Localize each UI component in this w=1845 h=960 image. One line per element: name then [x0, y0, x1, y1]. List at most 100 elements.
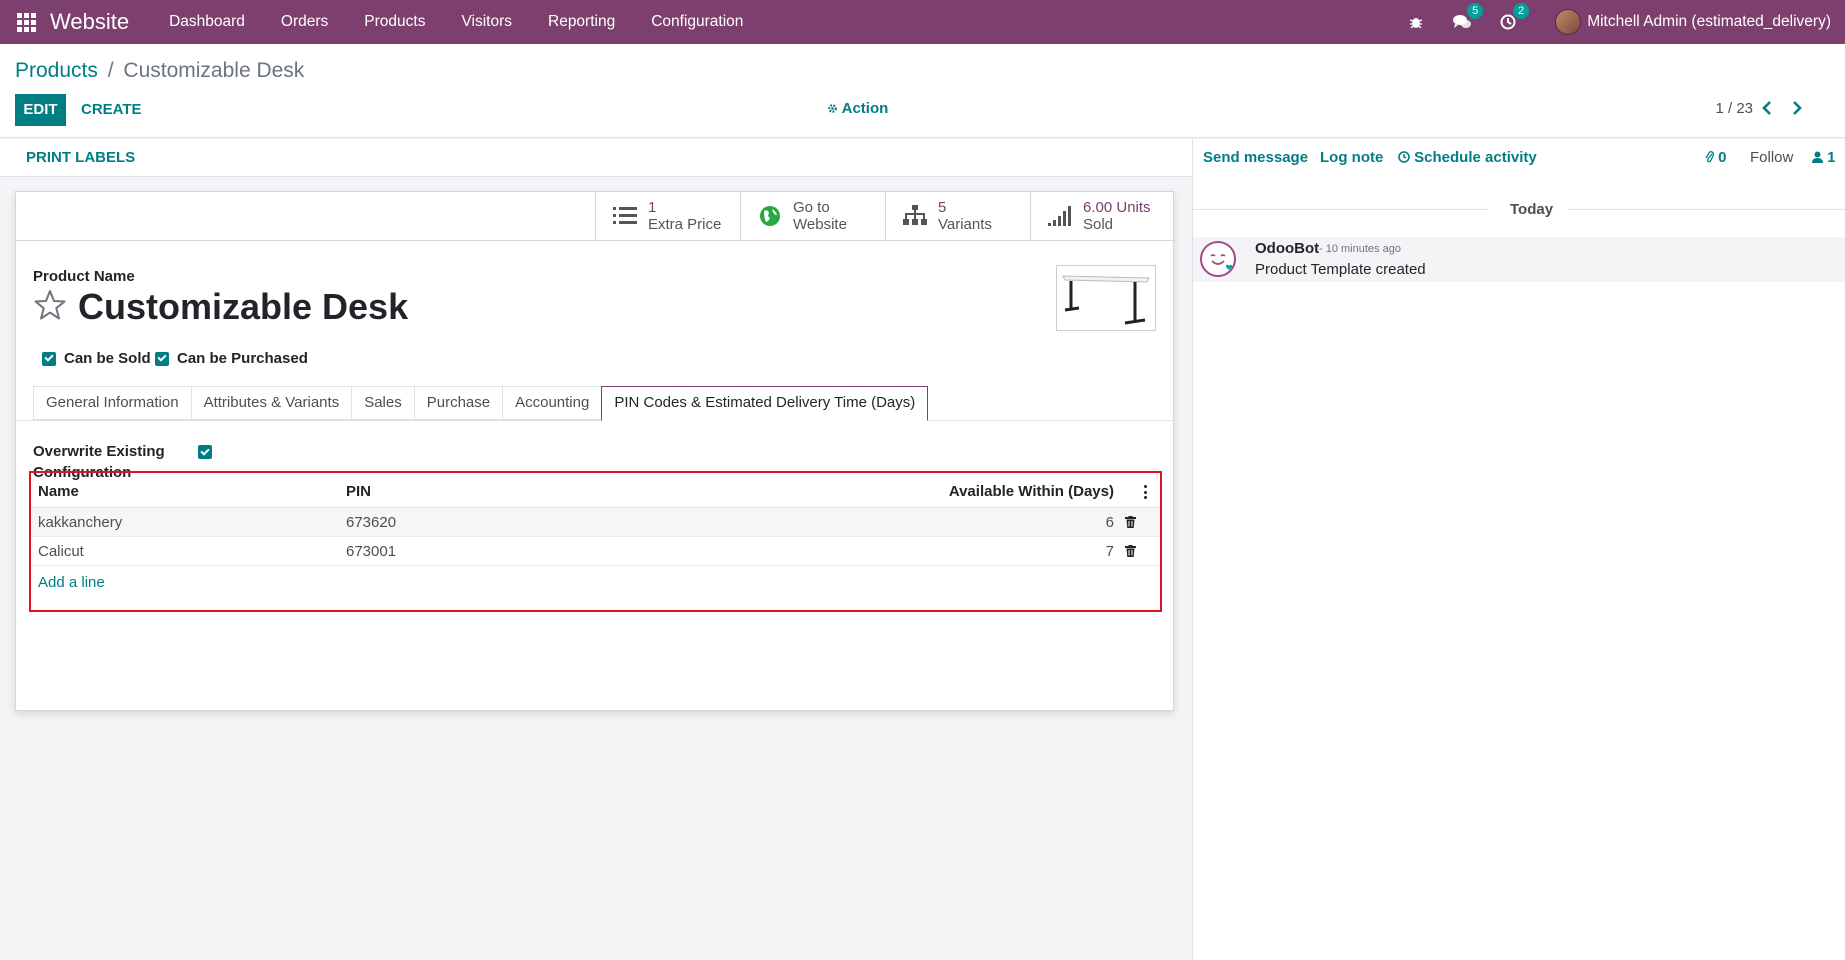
menu-item-orders[interactable]: Orders	[263, 13, 346, 31]
globe-icon	[755, 205, 785, 227]
user-menu[interactable]: Mitchell Admin (estimated_delivery)	[1587, 13, 1831, 31]
optional-columns-icon[interactable]	[1144, 485, 1148, 499]
can-be-purchased-label: Can be Purchased	[177, 350, 308, 367]
breadcrumb-products[interactable]: Products	[15, 59, 98, 82]
can-be-purchased-field[interactable]: Can be Purchased	[155, 350, 308, 367]
send-message-button[interactable]: Send message	[1203, 149, 1308, 166]
activities-icon[interactable]: 2	[1497, 3, 1530, 33]
variants-label: Variants	[938, 216, 992, 233]
bug-icon[interactable]	[1405, 11, 1427, 33]
extra-price-button[interactable]: 1 Extra Price	[595, 192, 740, 240]
date-separator-label: Today	[1500, 201, 1564, 218]
tab-general-information[interactable]: General Information	[33, 386, 191, 420]
follow-button[interactable]: Follow	[1750, 149, 1793, 166]
extra-price-label: Extra Price	[648, 216, 722, 233]
apps-menu-icon[interactable]	[14, 10, 38, 34]
chevron-right-icon	[1793, 101, 1802, 115]
breadcrumb-separator: /	[107, 59, 114, 82]
user-avatar[interactable]	[1555, 9, 1582, 35]
followers-count: 1	[1827, 149, 1836, 166]
tab-purchase[interactable]: Purchase	[413, 386, 503, 420]
attachments-button[interactable]: 0	[1705, 149, 1727, 166]
menu-item-visitors[interactable]: Visitors	[443, 13, 530, 31]
tab-attributes-variants[interactable]: Attributes & Variants	[190, 386, 352, 420]
followers-button[interactable]: 1	[1812, 149, 1836, 166]
print-labels-button[interactable]: PRINT LABELS	[26, 149, 135, 166]
trash-icon[interactable]	[1125, 545, 1136, 557]
schedule-activity-button[interactable]: Schedule activity	[1398, 149, 1537, 166]
app-brand[interactable]: Website	[50, 9, 129, 35]
favorite-star-icon[interactable]	[33, 288, 67, 322]
row-days[interactable]: 6	[1106, 514, 1114, 531]
main-menu: Dashboard Orders Products Visitors Repor…	[151, 13, 761, 31]
message-time: - 10 minutes ago	[1319, 243, 1401, 255]
can-be-sold-field[interactable]: Can be Sold	[42, 350, 151, 367]
tab-sales[interactable]: Sales	[351, 386, 414, 420]
row-pin[interactable]: 673620	[346, 514, 396, 531]
row-pin[interactable]: 673001	[346, 543, 396, 560]
row-name[interactable]: kakkanchery	[38, 514, 122, 531]
units-sold-label: Sold	[1083, 216, 1114, 233]
product-name-label: Product Name	[33, 268, 135, 285]
action-dropdown[interactable]: Action	[827, 100, 888, 117]
column-header-pin[interactable]: PIN	[346, 483, 371, 500]
messages-badge: 5	[1467, 3, 1484, 19]
menu-item-products[interactable]: Products	[346, 13, 443, 31]
form-statusbar: PRINT LABELS	[0, 139, 1192, 177]
message-author[interactable]: OdooBot	[1255, 240, 1319, 257]
smart-button-box: 1 Extra Price Go to Website 5 Variants 6…	[16, 192, 1175, 241]
units-sold-button[interactable]: 6.00 Units Sold	[1030, 192, 1175, 240]
breadcrumb-current: Customizable Desk	[123, 59, 305, 82]
go-to-label: Go to	[793, 199, 830, 216]
sitemap-icon	[900, 205, 930, 227]
clock-icon	[1398, 151, 1410, 163]
menu-item-configuration[interactable]: Configuration	[633, 13, 761, 31]
gear-icon	[828, 104, 837, 113]
notebook-tabs: General Information Attributes & Variant…	[33, 386, 929, 421]
odoobot-avatar[interactable]	[1200, 241, 1236, 277]
action-label: Action	[841, 100, 889, 117]
menu-item-dashboard[interactable]: Dashboard	[151, 13, 263, 31]
can-be-sold-checkbox[interactable]	[42, 351, 56, 366]
add-a-line-link[interactable]: Add a line	[38, 574, 105, 591]
go-to-website-button[interactable]: Go to Website	[740, 192, 885, 240]
variants-button[interactable]: 5 Variants	[885, 192, 1030, 240]
create-button[interactable]: CREATE	[81, 94, 142, 126]
row-days[interactable]: 7	[1106, 543, 1114, 560]
pager-next-button[interactable]	[1787, 96, 1807, 120]
product-image[interactable]	[1056, 265, 1156, 331]
tab-pin-codes[interactable]: PIN Codes & Estimated Delivery Time (Day…	[601, 386, 929, 421]
column-header-available[interactable]: Available Within (Days)	[949, 483, 1114, 500]
pager-previous-button[interactable]	[1757, 96, 1777, 120]
pager-value[interactable]: 1 / 23	[1715, 100, 1753, 117]
log-note-button[interactable]: Log note	[1320, 149, 1383, 166]
chevron-left-icon	[1762, 101, 1771, 115]
chatter-message: OdooBot - 10 minutes ago Product Templat…	[1193, 237, 1845, 282]
edit-button[interactable]: EDIT	[15, 94, 66, 126]
top-navbar: Website Dashboard Orders Products Visito…	[0, 0, 1845, 44]
product-name: Customizable Desk	[78, 286, 409, 327]
tab-accounting[interactable]: Accounting	[502, 386, 602, 420]
overwrite-config-checkbox[interactable]	[198, 445, 212, 459]
signal-icon	[1045, 205, 1075, 227]
list-icon	[610, 206, 640, 226]
control-panel: Products / Customizable Desk EDIT CREATE…	[0, 44, 1845, 138]
column-header-name[interactable]: Name	[38, 483, 79, 500]
table-row[interactable]: kakkanchery 673620 6	[31, 508, 1160, 537]
can-be-sold-label: Can be Sold	[64, 350, 151, 367]
menu-item-reporting[interactable]: Reporting	[530, 13, 633, 31]
chatter-panel: Send message Log note Schedule activity …	[1192, 139, 1845, 960]
breadcrumb: Products / Customizable Desk	[15, 59, 304, 83]
table-row[interactable]: Calicut 673001 7	[31, 537, 1160, 566]
overwrite-label-line1: Overwrite Existing	[33, 443, 165, 460]
user-icon	[1812, 151, 1823, 163]
form-sheet: 1 Extra Price Go to Website 5 Variants 6…	[15, 191, 1175, 711]
table-header: Name PIN Available Within (Days)	[31, 473, 1160, 508]
row-name[interactable]: Calicut	[38, 543, 84, 560]
chatter-topbar: Send message Log note Schedule activity …	[1193, 139, 1845, 177]
trash-icon[interactable]	[1125, 516, 1136, 528]
can-be-purchased-checkbox[interactable]	[155, 351, 169, 366]
paperclip-icon	[1705, 151, 1714, 163]
attachments-count: 0	[1718, 149, 1727, 166]
messages-icon[interactable]: 5	[1451, 3, 1484, 33]
